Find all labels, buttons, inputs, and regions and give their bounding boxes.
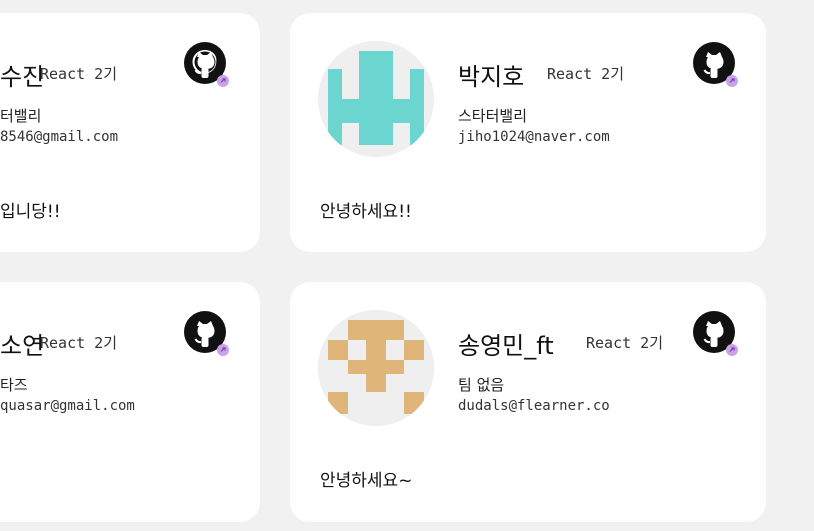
link-icon xyxy=(217,75,229,87)
github-link-button[interactable] xyxy=(692,310,738,356)
profile-card: 소연 React 2기 타즈 quasar@gmail.com xyxy=(0,282,260,522)
profile-card: 송영민_ft React 2기 팀 없음 dudals@flearner.co … xyxy=(290,282,766,522)
link-icon xyxy=(726,344,738,356)
member-intro: 안녕하세요!! xyxy=(320,202,412,222)
member-cohort: React 2기 xyxy=(40,334,118,352)
link-icon xyxy=(726,75,738,87)
profile-card: 수진 React 2기 터밸리 8546@gmail.com 입니당!! xyxy=(0,13,260,252)
link-icon xyxy=(217,344,229,356)
member-team: 타즈 xyxy=(0,376,28,394)
member-email: jiho1024@naver.com xyxy=(458,129,610,145)
member-email: dudals@flearner.co xyxy=(458,398,610,414)
profile-card: 박지호 React 2기 스타터밸리 jiho1024@naver.com 안녕… xyxy=(290,13,766,252)
identicon-avatar xyxy=(318,310,434,426)
avatar xyxy=(318,310,434,426)
member-intro: 입니당!! xyxy=(0,202,61,222)
member-intro: 안녕하세요~ xyxy=(320,471,413,491)
github-link-button[interactable] xyxy=(692,41,738,87)
member-name: 박지호 xyxy=(458,63,525,91)
member-team: 터밸리 xyxy=(0,107,42,125)
member-name: 소연 xyxy=(0,332,45,360)
member-email: quasar@gmail.com xyxy=(0,398,135,414)
member-cohort: React 2기 xyxy=(586,334,664,352)
member-team: 팀 없음 xyxy=(458,376,505,394)
member-cohort: React 2기 xyxy=(547,65,625,83)
member-cohort: React 2기 xyxy=(40,65,118,83)
member-name: 송영민_ft xyxy=(458,332,554,360)
member-name: 수진 xyxy=(0,63,45,91)
avatar xyxy=(318,41,434,157)
member-email: 8546@gmail.com xyxy=(0,129,119,145)
identicon-avatar xyxy=(318,41,434,157)
github-link-button[interactable] xyxy=(183,41,229,87)
member-team: 스타터밸리 xyxy=(458,107,528,125)
github-link-button[interactable] xyxy=(183,310,229,356)
